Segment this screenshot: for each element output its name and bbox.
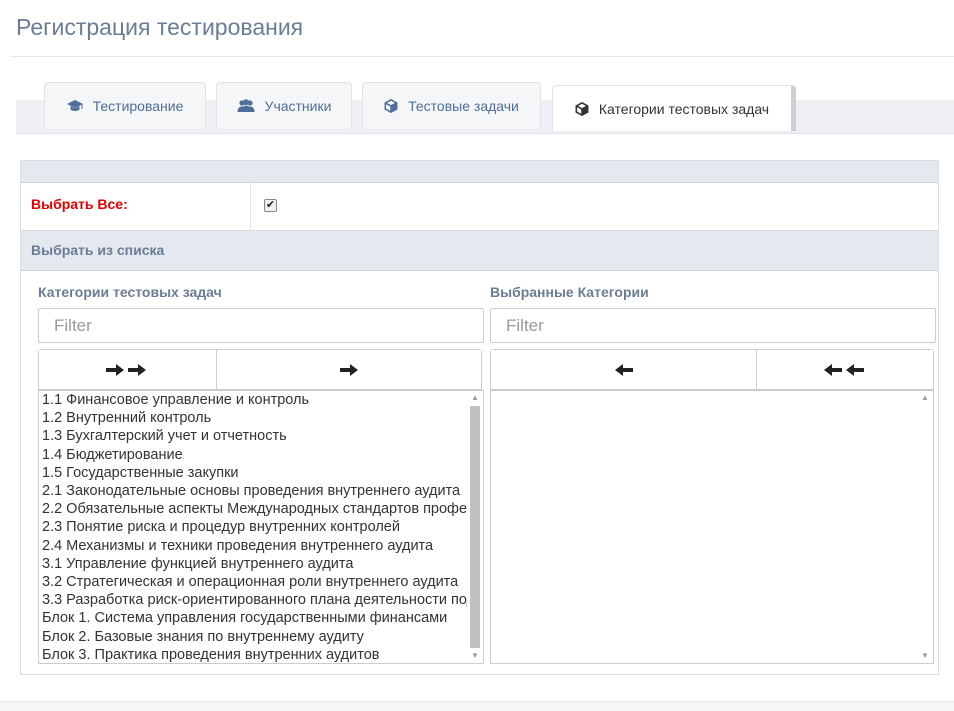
selected-filter-input[interactable]	[490, 308, 936, 343]
available-filter-input[interactable]	[38, 308, 484, 343]
tab-testing[interactable]: Тестирование	[44, 82, 206, 129]
list-item[interactable]: 2.1 Законодательные основы проведения вн…	[42, 482, 467, 500]
tab-participants[interactable]: Участники	[216, 82, 352, 129]
move-selected-right-button[interactable]	[215, 350, 481, 389]
cube-icon	[575, 101, 589, 116]
list-item[interactable]: Блок 3. Практика проведения внутренних а…	[42, 646, 467, 663]
select-all-checkbox[interactable]: ✔	[264, 199, 277, 212]
list-item[interactable]: 2.3 Понятие риска и процедур внутренних …	[42, 518, 467, 536]
selected-move-buttons	[490, 349, 934, 390]
choose-from-list-bar: Выбрать из списка	[21, 231, 938, 271]
list-item[interactable]: 1.3 Бухгалтерский учет и отчетность	[42, 427, 467, 445]
list-item[interactable]: 2.2 Обязательные аспекты Международных с…	[42, 500, 467, 518]
double-arrow-right-icon	[106, 363, 147, 376]
selected-categories-list[interactable]: ▲ ▼	[490, 390, 934, 664]
list-item[interactable]: 2.4 Механизмы и техники проведения внутр…	[42, 537, 467, 555]
tab-label: Категории тестовых задач	[598, 100, 770, 117]
users-icon	[237, 99, 255, 112]
available-items: 1.1 Финансовое управление и контроль 1.2 …	[42, 391, 467, 663]
move-all-right-button[interactable]	[39, 350, 216, 389]
select-all-label: Выбрать Все:	[31, 196, 128, 212]
move-selected-left-button[interactable]	[491, 350, 757, 389]
scrollbar[interactable]: ▲ ▼	[469, 391, 481, 663]
list-item[interactable]: 3.1 Управление функцией внутреннего ауди…	[42, 555, 467, 573]
available-move-buttons	[38, 349, 482, 390]
title-divider	[10, 56, 954, 57]
tab-label: Тестирование	[92, 98, 184, 114]
selected-categories-title: Выбранные Категории	[490, 284, 649, 300]
list-item[interactable]: Блок 2. Базовые знания по внутреннему ау…	[42, 628, 467, 646]
choose-from-list-label: Выбрать из списка	[31, 242, 165, 258]
list-item[interactable]: 3.3 Разработка риск-ориентированного пла…	[42, 591, 467, 609]
list-item[interactable]: 1.2 Внутренний контроль	[42, 409, 467, 427]
double-arrow-left-icon	[824, 363, 865, 376]
select-all-row: Выбрать Все: ✔	[21, 183, 938, 231]
scrollbar[interactable]: ▲ ▼	[919, 391, 931, 663]
available-categories-list[interactable]: 1.1 Финансовое управление и контроль 1.2 …	[38, 390, 484, 664]
graduation-cap-icon	[66, 100, 83, 111]
move-all-left-button[interactable]	[756, 350, 933, 389]
scroll-up-arrow-icon[interactable]: ▲	[469, 391, 481, 405]
list-item[interactable]: 3.2 Стратегическая и операционная роли в…	[42, 573, 467, 591]
tab-label: Участники	[264, 98, 332, 114]
cube-icon	[384, 99, 398, 113]
page-title: Регистрация тестирования	[16, 14, 304, 40]
row-divider	[250, 183, 251, 230]
scrollbar-thumb[interactable]	[470, 406, 480, 648]
list-item[interactable]: 1.5 Государственные закупки	[42, 464, 467, 482]
arrow-left-icon	[614, 363, 633, 376]
available-categories-title: Категории тестовых задач	[38, 284, 222, 300]
list-item[interactable]: 1.1 Финансовое управление и контроль	[42, 391, 467, 409]
tab-test-tasks[interactable]: Тестовые задачи	[362, 82, 541, 129]
scroll-down-arrow-icon[interactable]: ▼	[469, 649, 481, 663]
tab-test-task-categories[interactable]: Категории тестовых задач	[552, 85, 796, 131]
arrow-right-icon	[339, 363, 358, 376]
list-item[interactable]: Блок 1. Система управления государственн…	[42, 609, 467, 627]
scroll-down-arrow-icon[interactable]: ▼	[919, 649, 931, 663]
list-item[interactable]: 1.4 Бюджетирование	[42, 446, 467, 464]
panel-header	[21, 161, 938, 183]
tab-label: Тестовые задачи	[408, 98, 519, 114]
footer-divider	[0, 701, 954, 711]
categories-panel: Выбрать Все: ✔ Выбрать из списка Категор…	[20, 160, 939, 675]
scroll-up-arrow-icon[interactable]: ▲	[919, 391, 931, 405]
